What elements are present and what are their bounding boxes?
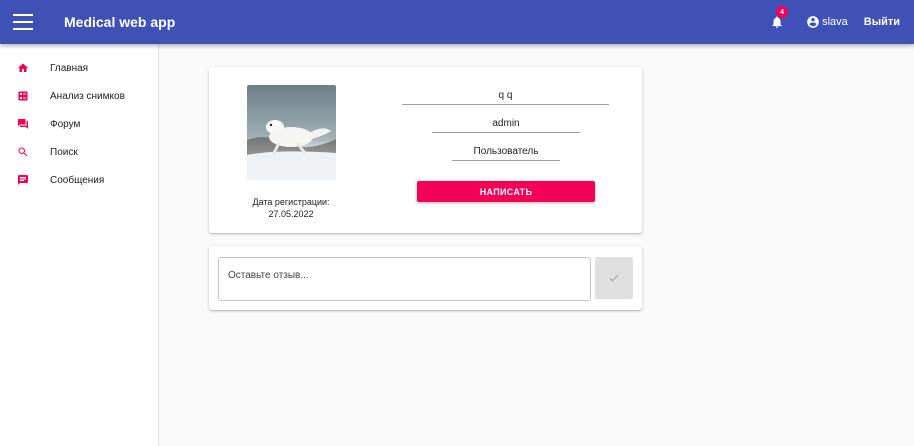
registration-date: 27.05.2022 <box>268 209 314 219</box>
top-app-bar: Medical web app 4 slava Выйти <box>0 0 914 44</box>
sidebar-item-forum[interactable]: Форум <box>0 110 158 138</box>
user-account[interactable]: slava <box>806 15 848 29</box>
message-icon <box>17 174 29 186</box>
sidebar-item-label: Поиск <box>50 146 78 158</box>
sidebar-item-label: Анализ снимков <box>50 90 125 102</box>
sidebar-item-messages[interactable]: Сообщения <box>0 166 158 194</box>
sidebar-item-label: Главная <box>50 62 89 74</box>
review-input[interactable] <box>218 257 591 301</box>
registration-info: Дата регистрации: 27.05.2022 <box>231 196 351 220</box>
sidebar-item-analysis[interactable]: Анализ снимков <box>0 82 158 110</box>
registration-label: Дата регистрации: <box>252 197 330 207</box>
username: slava <box>822 16 848 28</box>
profile-login: admin <box>432 118 580 133</box>
sidebar-item-label: Форум <box>50 118 81 130</box>
account-circle-icon <box>807 16 819 28</box>
write-message-button[interactable]: НАПИСАТЬ <box>417 181 595 202</box>
review-card <box>209 246 642 310</box>
home-icon <box>17 62 29 74</box>
check-icon <box>609 274 619 282</box>
profile-role: Пользователь <box>452 146 560 161</box>
sidebar-item-search[interactable]: Поиск <box>0 138 158 166</box>
search-icon <box>17 146 29 158</box>
logout-button[interactable]: Выйти <box>864 16 900 28</box>
menu-icon[interactable] <box>13 14 33 30</box>
notifications-bell-icon[interactable]: 4 <box>770 6 789 30</box>
submit-review-button[interactable] <box>595 257 633 299</box>
app-title: Medical web app <box>64 14 176 30</box>
sidebar-item-home[interactable]: Главная <box>0 54 158 82</box>
profile-card: Дата регистрации: 27.05.2022 q q admin П… <box>209 67 642 233</box>
profile-avatar <box>247 85 336 180</box>
notifications-badge: 4 <box>776 6 789 18</box>
profile-full-name: q q <box>402 90 609 105</box>
sidebar-item-label: Сообщения <box>50 174 105 186</box>
sidebar: Главная Анализ снимков Форум Поиск Сообщ… <box>0 44 159 446</box>
analysis-icon <box>17 90 29 102</box>
forum-icon <box>17 118 29 130</box>
